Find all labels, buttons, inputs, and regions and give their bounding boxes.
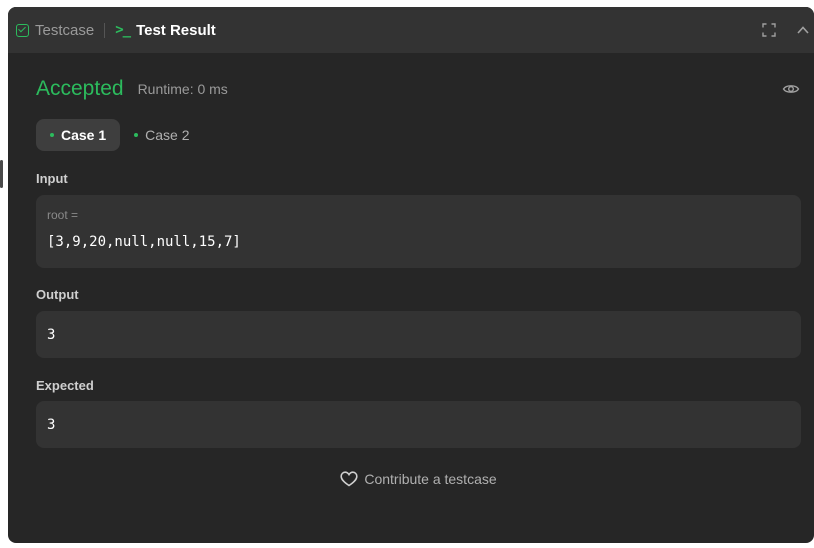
expected-value: 3	[47, 417, 56, 433]
case-tab-1[interactable]: Case 1	[36, 119, 121, 151]
case-tab-2[interactable]: Case 2	[120, 119, 203, 151]
contribute-testcase-button[interactable]: Contribute a testcase	[36, 471, 801, 487]
case-tab-label: Case 2	[145, 127, 190, 143]
heart-icon	[340, 471, 358, 487]
tab-testcase[interactable]: Testcase	[16, 7, 94, 53]
output-value: 3	[47, 327, 56, 343]
left-resize-handle[interactable]	[0, 160, 3, 188]
tab-divider	[104, 22, 106, 38]
expected-box[interactable]: 3	[36, 401, 801, 448]
tab-test-result-label: Test Result	[136, 21, 216, 39]
expected-label: Expected	[36, 378, 94, 393]
output-box[interactable]: 3	[36, 311, 801, 358]
terminal-icon: >_	[115, 22, 131, 38]
input-label: Input	[36, 171, 68, 186]
output-label: Output	[36, 287, 79, 302]
check-square-icon	[16, 23, 29, 37]
input-box[interactable]: root = [3,9,20,null,null,15,7]	[36, 195, 801, 268]
contribute-label: Contribute a testcase	[364, 471, 497, 487]
chevron-up-icon[interactable]	[792, 19, 814, 41]
status-row: Accepted Runtime: 0 ms	[36, 73, 801, 105]
status-accepted: Accepted	[36, 77, 124, 100]
panel-tab-bar: Testcase >_ Test Result	[8, 7, 814, 53]
case-pass-dot	[50, 133, 54, 137]
tab-test-result[interactable]: >_ Test Result	[115, 7, 216, 53]
runtime-text: Runtime: 0 ms	[137, 81, 228, 97]
case-tabs: Case 1 Case 2	[36, 119, 204, 151]
case-tab-label: Case 1	[61, 127, 107, 143]
case-pass-dot	[134, 133, 139, 137]
test-result-panel: Testcase >_ Test Result Accepted Runtime…	[8, 7, 814, 543]
input-var-name: root =	[47, 208, 79, 222]
input-value: [3,9,20,null,null,15,7]	[47, 234, 241, 250]
fullscreen-icon[interactable]	[758, 19, 780, 41]
tab-testcase-label: Testcase	[35, 21, 95, 39]
eye-icon[interactable]	[781, 79, 801, 99]
